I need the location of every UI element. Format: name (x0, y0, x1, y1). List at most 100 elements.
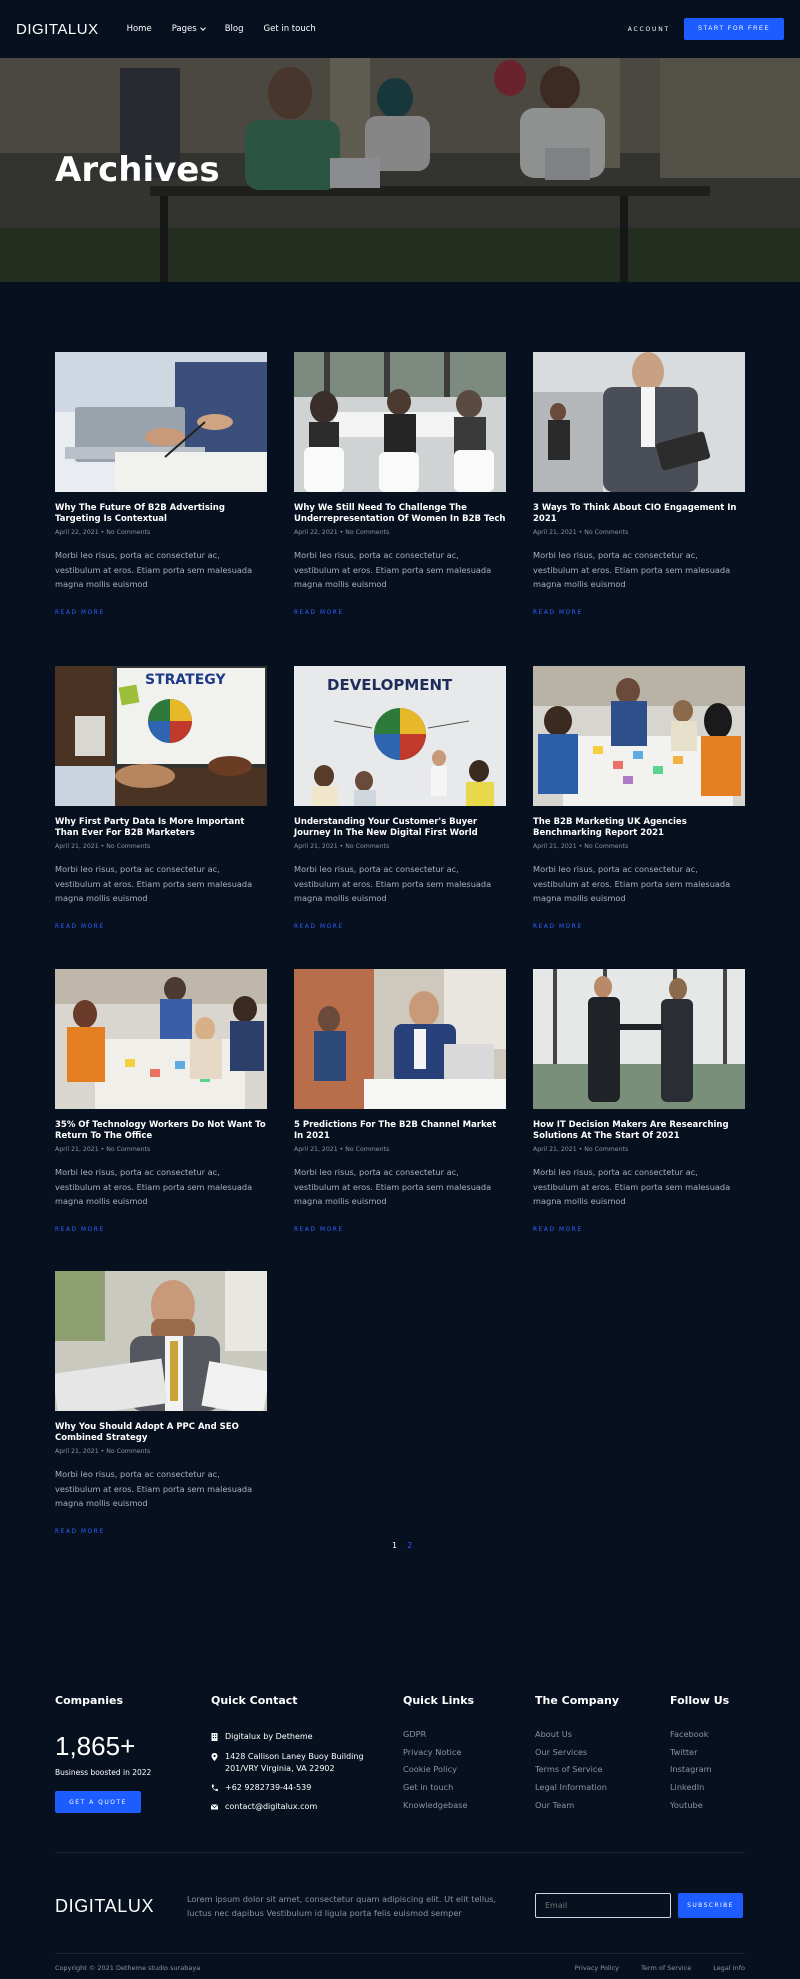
post-thumbnail[interactable]: STRATEGY (55, 666, 267, 806)
account-link[interactable]: ACCOUNT (628, 26, 670, 33)
post-thumbnail[interactable] (533, 969, 745, 1109)
subscribe-button[interactable]: SUBSCRIBE (678, 1893, 743, 1918)
footer-link-get-in-touch[interactable]: Get in touch (403, 1782, 474, 1800)
office-laptop-image (294, 969, 506, 1109)
read-more-link[interactable]: READ MORE (533, 1227, 583, 1233)
companies-caption: Business boosted in 2022 (55, 1768, 152, 1777)
footer-quick-links: Quick Links GDPR Privacy Notice Cookie P… (403, 1694, 474, 1817)
footer-link-terms-of-service[interactable]: Terms of Service (535, 1764, 619, 1782)
social-links-list: Facebook Twitter Instagram LinkedIn Yout… (670, 1729, 729, 1817)
building-icon (211, 1733, 218, 1741)
nav-link-pages[interactable]: Pages (172, 24, 206, 34)
post-card: How IT Decision Makers Are Researching S… (533, 969, 745, 1235)
legal-link-term-of-service[interactable]: Term of Service (641, 1964, 691, 1972)
post-title[interactable]: How IT Decision Makers Are Researching S… (533, 1120, 745, 1142)
contact-address-text: 1428 Callison Laney Buoy Building 201/VRY… (225, 1751, 364, 1775)
post-thumbnail[interactable] (55, 969, 267, 1109)
page-current: 1 (392, 1541, 398, 1550)
top-navigation: DIGITALUX Home Pages Blog Get in touch A… (0, 0, 800, 58)
address-line-2: 201/VRY Virginia, VA 22902 (225, 1764, 335, 1773)
site-logo[interactable]: DIGITALUX (16, 21, 99, 38)
post-card: The B2B Marketing UK Agencies Benchmarki… (533, 666, 745, 932)
post-title[interactable]: Why You Should Adopt A PPC And SEO Combi… (55, 1422, 267, 1444)
post-title[interactable]: Why First Party Data Is More Important T… (55, 817, 267, 839)
social-link-instagram[interactable]: Instagram (670, 1764, 729, 1782)
page-link-2[interactable]: 2 (407, 1541, 412, 1550)
post-excerpt: Morbi leo risus, porta ac consectetur ac… (294, 1167, 492, 1206)
nav-link-home[interactable]: Home (127, 24, 152, 34)
read-more-link[interactable]: READ MORE (55, 1529, 105, 1535)
read-more-link[interactable]: READ MORE (533, 924, 583, 930)
read-more-link[interactable]: READ MORE (294, 924, 344, 930)
team-sticky-notes-image (533, 666, 745, 806)
footer-link-knowledgebase[interactable]: Knowledgebase (403, 1800, 474, 1818)
post-thumbnail[interactable] (55, 352, 267, 492)
read-more-link[interactable]: READ MORE (55, 610, 105, 616)
post-meta: April 21, 2021 • No Comments (533, 843, 629, 850)
footer-quick-contact: Quick Contact Digitalux by Detheme 1428 … (211, 1694, 364, 1813)
contact-phone[interactable]: +62 9282739-44-539 (211, 1782, 364, 1794)
footer-link-gdpr[interactable]: GDPR (403, 1729, 474, 1747)
read-more-link[interactable]: READ MORE (294, 610, 344, 616)
post-title[interactable]: 5 Predictions For The B2B Channel Market… (294, 1120, 506, 1142)
footer-bottom-divider (55, 1953, 745, 1954)
legal-link-legal-info[interactable]: Legal Info (713, 1964, 745, 1972)
read-more-link[interactable]: READ MORE (55, 924, 105, 930)
legal-link-privacy-policy[interactable]: Privacy Policy (575, 1964, 619, 1972)
post-excerpt: Morbi leo risus, porta ac consectetur ac… (55, 864, 253, 903)
footer-link-legal-information[interactable]: Legal Information (535, 1782, 619, 1800)
post-title[interactable]: Why We Still Need To Challenge The Under… (294, 503, 506, 525)
quick-links-list: GDPR Privacy Notice Cookie Policy Get in… (403, 1729, 474, 1817)
post-card: 3 Ways To Think About CIO Engagement In … (533, 352, 745, 618)
nav-link-blog[interactable]: Blog (225, 24, 244, 34)
footer-link-privacy-notice[interactable]: Privacy Notice (403, 1747, 474, 1765)
contact-email-text: contact@digitalux.com (225, 1802, 318, 1811)
development-presentation-image: DEVELOPMENT (294, 666, 506, 806)
footer-heading: Quick Contact (211, 1694, 298, 1707)
post-card: 5 Predictions For The B2B Channel Market… (294, 969, 506, 1235)
post-title[interactable]: Why The Future Of B2B Advertising Target… (55, 503, 267, 525)
map-pin-icon (211, 1753, 218, 1761)
post-thumbnail[interactable] (294, 352, 506, 492)
post-title[interactable]: 35% Of Technology Workers Do Not Want To… (55, 1120, 267, 1142)
post-meta: April 21, 2021 • No Comments (294, 843, 390, 850)
read-more-link[interactable]: READ MORE (533, 610, 583, 616)
footer-link-about-us[interactable]: About Us (535, 1729, 619, 1747)
contact-list: Digitalux by Detheme 1428 Callison Laney… (211, 1731, 364, 1813)
post-meta: April 22, 2021 • No Comments (55, 529, 151, 536)
contact-email[interactable]: contact@digitalux.com (211, 1801, 364, 1813)
social-link-youtube[interactable]: Youtube (670, 1800, 729, 1818)
post-thumbnail[interactable] (533, 352, 745, 492)
strategy-image-text: STRATEGY (145, 672, 226, 688)
footer-logo[interactable]: DIGITALUX (55, 1896, 154, 1917)
pagination: 1 2 (392, 1541, 412, 1550)
social-link-twitter[interactable]: Twitter (670, 1747, 729, 1765)
post-thumbnail[interactable] (294, 969, 506, 1109)
social-link-facebook[interactable]: Facebook (670, 1729, 729, 1747)
team-meeting-image (55, 969, 267, 1109)
footer-link-our-services[interactable]: Our Services (535, 1747, 619, 1765)
page-title: Archives (55, 150, 220, 190)
footer-link-cookie-policy[interactable]: Cookie Policy (403, 1764, 474, 1782)
footer-link-our-team[interactable]: Our Team (535, 1800, 619, 1818)
companies-count: 1,865+ (55, 1731, 136, 1761)
post-thumbnail[interactable]: DEVELOPMENT (294, 666, 506, 806)
post-card: Why We Still Need To Challenge The Under… (294, 352, 506, 618)
copyright-text: Copyright © 2021 Detheme studio surabaya (55, 1964, 201, 1972)
footer-follow-us: Follow Us Facebook Twitter Instagram Lin… (670, 1694, 729, 1817)
post-meta: April 21, 2021 • No Comments (533, 529, 629, 536)
get-a-quote-button[interactable]: GET A QUOTE (55, 1791, 141, 1813)
nav-link-get-in-touch[interactable]: Get in touch (264, 24, 316, 34)
post-thumbnail[interactable] (533, 666, 745, 806)
read-more-link[interactable]: READ MORE (55, 1227, 105, 1233)
site-footer: Companies 1,865+ Business boosted in 202… (0, 1660, 800, 1979)
post-title[interactable]: 3 Ways To Think About CIO Engagement In … (533, 503, 745, 525)
post-thumbnail[interactable] (55, 1271, 267, 1411)
page: DIGITALUX Home Pages Blog Get in touch A… (0, 0, 800, 1979)
start-for-free-button[interactable]: START FOR FREE (683, 18, 784, 40)
newsletter-email-input[interactable] (535, 1893, 671, 1918)
post-title[interactable]: Understanding Your Customer's Buyer Jour… (294, 817, 506, 839)
social-link-linkedin[interactable]: LinkedIn (670, 1782, 729, 1800)
read-more-link[interactable]: READ MORE (294, 1227, 344, 1233)
post-title[interactable]: The B2B Marketing UK Agencies Benchmarki… (533, 817, 745, 839)
